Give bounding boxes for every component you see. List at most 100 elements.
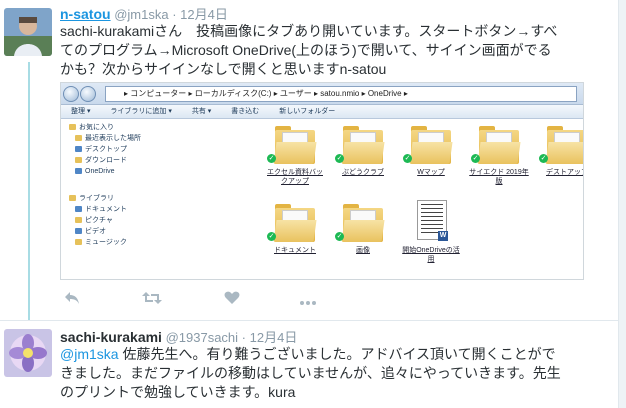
scrollbar[interactable] — [618, 0, 626, 408]
tweet-text-line: きました。まだファイルの移動はしていませんが、追々にやっていきます。先生 — [60, 365, 561, 381]
explorer-nav-buttons — [63, 86, 99, 102]
retweet-button[interactable] — [140, 290, 164, 312]
tweet-text-line: のプリントで勉強していきます。kura — [60, 384, 296, 400]
tweet-text-line: sachi-kurakamiさん 投稿画像にタブあり開いています。スタートボタン… — [60, 23, 558, 39]
sidebar-item: OneDrive — [61, 166, 205, 177]
forward-arrow-icon — [80, 86, 96, 102]
more-button[interactable] — [296, 290, 320, 312]
folder-icon — [341, 126, 385, 164]
folder-icon — [545, 126, 583, 164]
sidebar-label: ドキュメント — [85, 206, 127, 213]
sidebar-label: お気に入り — [79, 124, 114, 131]
sync-check-icon: ✓ — [403, 154, 412, 163]
sync-check-icon: ✓ — [267, 232, 276, 241]
sidebar-label: ミュージック — [85, 239, 127, 246]
sidebar-label: ピクチャ — [85, 217, 113, 224]
tweet-timestamp[interactable]: 12月4日 — [180, 7, 228, 22]
file-item: ✓ ぶどうクラブ — [333, 122, 393, 192]
sidebar-label: ライブラリ — [79, 195, 114, 202]
download-icon — [75, 157, 82, 164]
avatar-n-satou[interactable] — [4, 8, 52, 56]
attached-screenshot[interactable]: ▸ コンピューター ▸ ローカルディスク(C:) ▸ ユーザー ▸ satou.… — [60, 82, 584, 280]
music-icon — [75, 239, 82, 246]
sidebar-item: ピクチャ — [61, 215, 205, 226]
display-name-link[interactable]: n-satou — [60, 6, 111, 22]
folder-icon — [75, 135, 82, 142]
avatar-flower-icon — [4, 329, 52, 377]
sidebar-item: ミュージック — [61, 237, 205, 248]
heart-icon — [224, 291, 240, 304]
sidebar-item: ビデオ — [61, 226, 205, 237]
tweet-actions — [60, 290, 320, 312]
back-arrow-icon — [63, 86, 79, 102]
tweet-header: n-satou @jm1ska · 12月4日 — [60, 4, 228, 23]
document-icon — [75, 206, 82, 213]
file-label: ドキュメント — [274, 247, 316, 254]
toolbar-item: 書き込む — [231, 108, 260, 115]
user-handle[interactable]: @jm1ska — [114, 7, 168, 22]
retweet-icon — [142, 292, 162, 304]
sidebar-label: ダウンロード — [85, 157, 127, 164]
tweet-text-line: @jm1ska 佐藤先生へ。有り難うございました。アドバイス頂いて開くことがで — [60, 345, 612, 364]
file-label: 開始OneDriveの活用 — [402, 247, 460, 263]
folder-icon — [409, 126, 453, 164]
cloud-icon — [75, 168, 82, 175]
file-label: 画像 — [356, 247, 370, 254]
user-handle[interactable]: @1937sachi — [166, 330, 238, 345]
star-icon — [69, 124, 76, 131]
tweet-header: sachi-kurakami @1937sachi · 12月4日 — [60, 327, 297, 346]
explorer-path: ▸ コンピューター ▸ ローカルディスク(C:) ▸ ユーザー ▸ satou.… — [105, 86, 577, 102]
sidebar-item: ドキュメント — [61, 204, 205, 215]
toolbar-item: ライブラリに追加 ▾ — [110, 108, 172, 115]
word-document-icon: W — [417, 200, 448, 241]
sidebar-item: デスクトップ — [61, 144, 205, 155]
file-item: ✓ デストアップ — [537, 122, 584, 192]
tweet-text-line: かも？次からサイインなしで開くと思いますn-satou — [60, 61, 387, 77]
tweet-text-segment: 佐藤先生へ。有り難うございました。アドバイス頂いて開くことがで — [118, 346, 556, 362]
avatar-photo-icon — [4, 8, 52, 56]
like-button[interactable] — [220, 290, 244, 312]
sync-check-icon: ✓ — [267, 154, 276, 163]
sidebar-item: ダウンロード — [61, 155, 205, 166]
sidebar-heading: ライブラリ — [61, 193, 205, 204]
file-label: サイエクド 2019年版 — [469, 169, 529, 185]
sidebar-label: OneDrive — [85, 168, 115, 175]
tweet-timestamp[interactable]: 12月4日 — [250, 330, 298, 345]
file-item: ✓ サイエクド 2019年版 — [469, 122, 529, 192]
toolbar-item: 共有 ▾ — [191, 108, 212, 115]
tweet-n-satou[interactable]: n-satou @jm1ska · 12月4日 sachi-kurakamiさん… — [0, 0, 618, 320]
display-name-link[interactable]: sachi-kurakami — [60, 329, 162, 345]
toolbar-item: 整理 ▾ — [71, 108, 91, 115]
mention-link[interactable]: @jm1ska — [60, 346, 119, 362]
tweet-text: sachi-kurakamiさん 投稿画像にタブあり開いています。スタートボタン… — [60, 22, 612, 79]
sidebar-label: 最近表示した場所 — [85, 135, 141, 142]
file-item: ✓ Wマップ — [401, 122, 461, 192]
reply-button[interactable] — [60, 290, 84, 312]
tweet-text-line: てのプログラム→Microsoft OneDrive(上のほう)で開いて、サイイ… — [60, 42, 552, 58]
desktop-icon — [75, 146, 82, 153]
sync-check-icon: ✓ — [335, 154, 344, 163]
sync-check-icon: ✓ — [539, 154, 548, 163]
more-icon — [300, 301, 316, 305]
explorer-sidebar: お気に入り 最近表示した場所 デスクトップ ダウンロード OneDrive ライ… — [61, 120, 205, 279]
header-separator: · — [172, 7, 177, 22]
folder-icon — [273, 204, 317, 242]
folder-icon — [273, 126, 317, 164]
library-icon — [69, 195, 76, 202]
file-item: ✓ エクセル資料バックアップ — [265, 122, 325, 192]
folder-icon — [341, 204, 385, 242]
file-item: ✓ ドキュメント — [265, 200, 325, 270]
sync-check-icon: ✓ — [335, 232, 344, 241]
file-item: ✓ 画像 — [333, 200, 393, 270]
sync-check-icon: ✓ — [471, 154, 480, 163]
sidebar-item: 最近表示した場所 — [61, 133, 205, 144]
file-label: デストアップ — [546, 169, 584, 176]
tweet-text: @jm1ska 佐藤先生へ。有り難うございました。アドバイス頂いて開くことがで … — [60, 345, 612, 402]
toolbar-item: 新しいフォルダー — [279, 108, 336, 115]
tweet-sachi-kurakami[interactable]: sachi-kurakami @1937sachi · 12月4日 @jm1sk… — [0, 320, 618, 408]
video-icon — [75, 228, 82, 235]
picture-icon — [75, 217, 82, 224]
sidebar-label: ビデオ — [85, 228, 106, 235]
avatar-sachi-kurakami[interactable] — [4, 329, 52, 377]
file-item: W 開始OneDriveの活用 — [401, 200, 461, 270]
